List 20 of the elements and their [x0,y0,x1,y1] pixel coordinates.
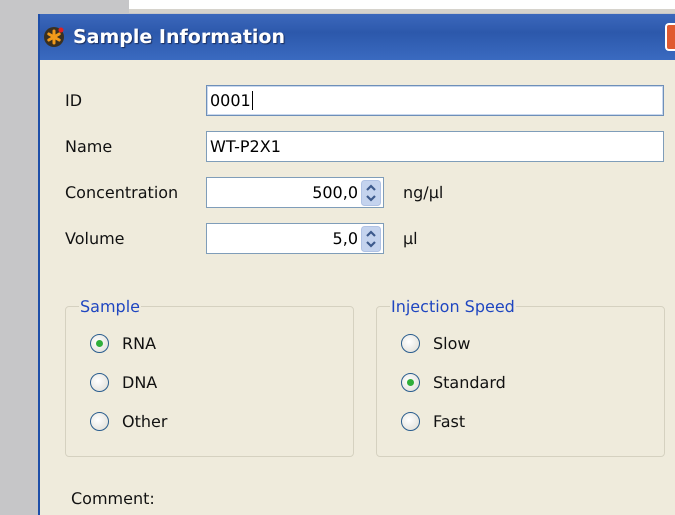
group-title: Sample [79,297,141,316]
radio-label: Fast [433,412,466,431]
input-field[interactable]: 0001 [206,85,664,116]
window-title: Sample Information [73,26,286,48]
field-label: Volume [65,229,126,248]
input-field[interactable]: WT-P2X1 [206,131,664,162]
radio-label: Other [122,412,168,431]
group-title: Injection Speed [390,297,516,316]
spin-box[interactable]: 500,0 [206,177,384,208]
radio-label: RNA [122,334,156,353]
field-label: ID [65,91,84,110]
radio-label: Slow [433,334,470,353]
unit-label: ng/µl [403,183,444,202]
comment-label: Comment: [71,489,156,508]
field-label: Concentration [65,183,180,202]
unit-label: µl [403,229,418,248]
field-label: Name [65,137,114,156]
radio-label: Standard [433,373,506,392]
radio-label: DNA [122,373,158,392]
spin-box[interactable]: 5,0 [206,223,384,254]
